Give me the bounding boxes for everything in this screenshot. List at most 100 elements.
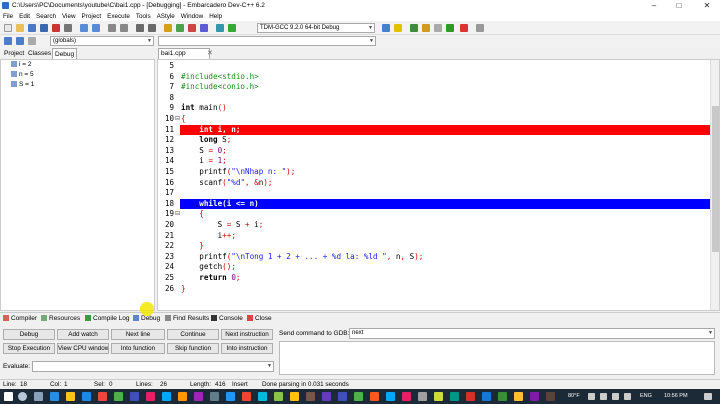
undo-icon[interactable] xyxy=(80,24,88,32)
toggle-bookmark-icon[interactable] xyxy=(394,24,402,32)
debug-icon[interactable] xyxy=(434,24,442,32)
add-watch-button[interactable]: Add watch xyxy=(57,329,109,340)
menu-window[interactable]: Window xyxy=(181,13,203,20)
run-icon[interactable] xyxy=(228,24,236,32)
line-gutter[interactable]: 5 6 7 8 9 10 ⊟ 11 12 13 14 15 16 17 18 19 ⊟ 20 21 22 23 24 25 2… xyxy=(158,60,180,310)
line-number[interactable]: 15 xyxy=(160,167,174,178)
debug-button[interactable]: Debug xyxy=(3,329,55,340)
code-line[interactable]: #include<conio.h> xyxy=(181,82,259,93)
app-icon[interactable] xyxy=(466,392,475,401)
add-to-project-icon[interactable] xyxy=(176,24,184,32)
code-editor[interactable]: 5 6 7 8 9 10 ⊟ 11 12 13 14 15 16 17 18 19 ⊟ 20 21 22 23 24 25 2… xyxy=(157,59,720,311)
app-icon[interactable] xyxy=(482,392,491,401)
tab-resources[interactable]: Resources xyxy=(41,314,80,323)
tab-compile-log[interactable]: Compile Log xyxy=(85,314,130,323)
app-icon[interactable] xyxy=(354,392,363,401)
new-file-icon[interactable] xyxy=(4,24,12,32)
compile-icon[interactable] xyxy=(216,24,224,32)
code-line[interactable]: S = S + i; xyxy=(181,220,264,231)
line-number[interactable]: 17 xyxy=(160,188,174,199)
menu-search[interactable]: Search xyxy=(36,13,56,20)
save-icon[interactable] xyxy=(28,24,36,32)
app-icon[interactable] xyxy=(514,392,523,401)
indent-icon[interactable] xyxy=(136,24,144,32)
line-number[interactable]: 8 xyxy=(160,93,174,104)
menu-edit[interactable]: Edit xyxy=(19,13,30,20)
language-indicator[interactable]: ENG xyxy=(640,393,652,399)
profile-icon[interactable] xyxy=(476,24,484,32)
continue-button[interactable]: Continue xyxy=(167,329,219,340)
bookmark-icon[interactable] xyxy=(16,37,24,45)
notification-icon[interactable] xyxy=(704,393,712,400)
menu-tools[interactable]: Tools xyxy=(136,13,151,20)
tab-project[interactable]: Project xyxy=(2,48,26,59)
gdb-command-input[interactable]: next ▼ xyxy=(349,328,715,339)
insert-icon[interactable] xyxy=(382,24,390,32)
volume-icon[interactable] xyxy=(624,393,631,400)
app-icon[interactable] xyxy=(146,392,155,401)
into-function-button[interactable]: Into function xyxy=(111,343,165,354)
app-icon[interactable] xyxy=(306,392,315,401)
redo-icon[interactable] xyxy=(92,24,100,32)
close-tab-icon[interactable]: ✕ xyxy=(207,49,213,57)
watch-item[interactable]: S = 1 xyxy=(11,81,34,88)
line-number[interactable]: 23 xyxy=(160,252,174,263)
line-number[interactable]: 12 xyxy=(160,135,174,146)
app-icon[interactable] xyxy=(130,392,139,401)
project-options-icon[interactable] xyxy=(200,24,208,32)
view-cpu-window-button[interactable]: View CPU window xyxy=(57,343,109,354)
line-number[interactable]: 26 xyxy=(160,284,174,295)
line-number[interactable]: 24 xyxy=(160,262,174,273)
vertical-scrollbar[interactable] xyxy=(710,60,719,310)
code-line[interactable]: { xyxy=(181,114,186,125)
code-line[interactable]: return 0; xyxy=(181,273,240,284)
save-all-icon[interactable] xyxy=(40,24,48,32)
close-window-button[interactable]: ✕ xyxy=(697,0,717,11)
line-number[interactable]: 21 xyxy=(160,231,174,242)
evaluate-input[interactable]: ▼ xyxy=(32,361,274,372)
remove-from-project-icon[interactable] xyxy=(188,24,196,32)
code-line[interactable]: int i, n; xyxy=(181,125,240,136)
app-icon[interactable] xyxy=(402,392,411,401)
chevron-up-icon[interactable] xyxy=(588,393,595,400)
maximize-button[interactable]: □ xyxy=(669,0,689,11)
fold-toggle-icon[interactable]: ⊟ xyxy=(175,114,180,125)
close-file-icon[interactable] xyxy=(52,24,60,32)
line-number[interactable]: 18 xyxy=(160,199,174,210)
code-line[interactable]: int main() xyxy=(181,103,227,114)
app-icon[interactable] xyxy=(418,392,427,401)
app-icon[interactable] xyxy=(338,392,347,401)
app-icon[interactable] xyxy=(162,392,171,401)
app-icon[interactable] xyxy=(450,392,459,401)
stop-execution-button[interactable]: Stop Execution xyxy=(3,343,55,354)
line-number[interactable]: 11 xyxy=(160,125,174,136)
menu-execute[interactable]: Execute xyxy=(107,13,130,20)
menu-help[interactable]: Help xyxy=(209,13,222,20)
app-icon[interactable] xyxy=(434,392,443,401)
code-line[interactable]: long S; xyxy=(181,135,231,146)
line-number[interactable]: 6 xyxy=(160,72,174,83)
app-icon[interactable] xyxy=(242,392,251,401)
network-icon[interactable] xyxy=(600,393,607,400)
goto-icon[interactable] xyxy=(4,37,12,45)
app-icon[interactable] xyxy=(194,392,203,401)
line-number[interactable]: 22 xyxy=(160,241,174,252)
code-line[interactable]: scanf("%d", &n); xyxy=(181,178,272,189)
code-line[interactable]: S = 0; xyxy=(181,146,226,157)
check-syntax-icon[interactable] xyxy=(446,24,454,32)
code-line[interactable]: } xyxy=(181,241,204,252)
code-line[interactable]: { xyxy=(181,209,204,220)
member-select[interactable]: ▼ xyxy=(158,36,376,46)
file-explorer-icon[interactable] xyxy=(66,392,75,401)
app-icon[interactable] xyxy=(274,392,283,401)
task-view-icon[interactable] xyxy=(34,392,43,401)
print-icon[interactable] xyxy=(64,24,72,32)
skip-function-button[interactable]: Skip function xyxy=(167,343,219,354)
app-icon[interactable] xyxy=(530,392,539,401)
watch-item[interactable]: i = 2 xyxy=(11,61,31,68)
gdb-output-area[interactable] xyxy=(279,341,715,375)
tab-debug[interactable]: Debug xyxy=(52,48,78,59)
scrollbar-thumb[interactable] xyxy=(712,106,719,252)
line-number[interactable]: 10 xyxy=(160,114,174,125)
line-number[interactable]: 14 xyxy=(160,156,174,167)
